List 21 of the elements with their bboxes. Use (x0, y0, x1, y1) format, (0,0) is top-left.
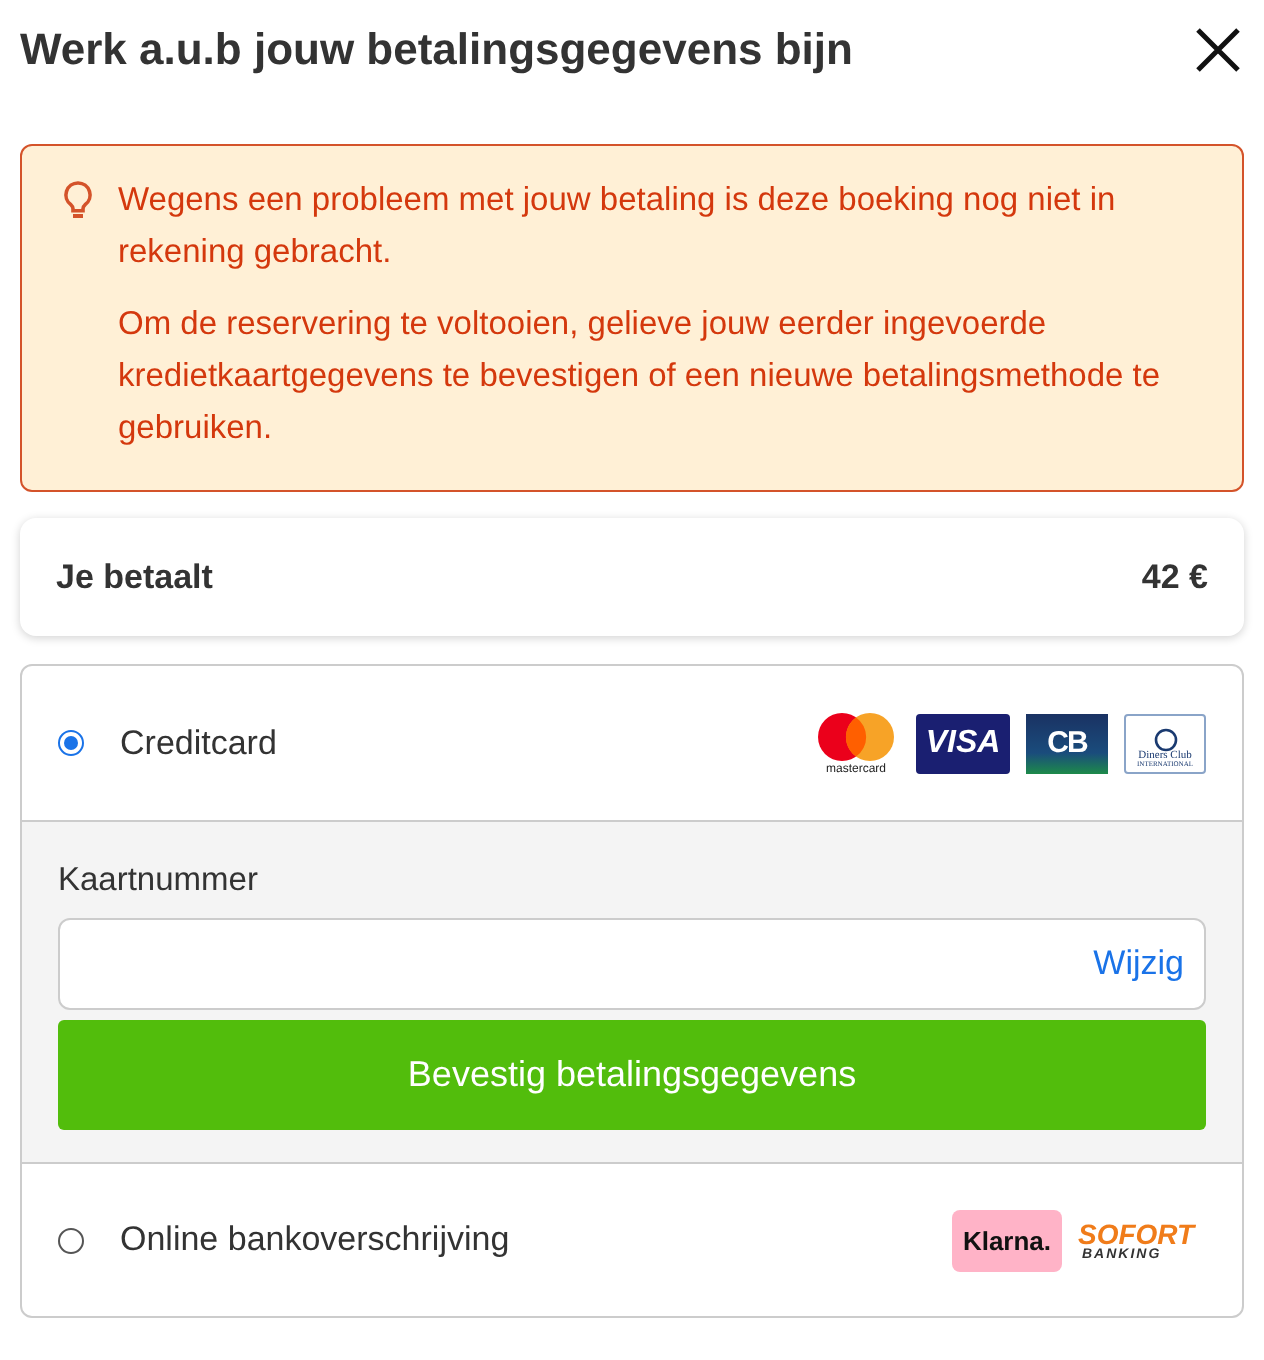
dialog-title: Werk a.u.b jouw betalingsgegevens bijn (20, 24, 853, 76)
change-link[interactable]: Wijzig (1093, 944, 1184, 984)
close-icon (1192, 24, 1244, 76)
radio-button[interactable] (58, 730, 84, 756)
total-label: Je betaalt (56, 557, 213, 597)
klarna-logo: Klarna. (952, 1209, 1062, 1271)
radio-button[interactable] (58, 1227, 84, 1253)
visa-logo: VISA (916, 713, 1010, 773)
close-button[interactable] (1192, 24, 1244, 76)
circle-icon (1153, 727, 1177, 751)
field-label: Kaartnummer (58, 862, 260, 900)
alert-message: Wegens een probleem met jouw betaling is deze boeking nog niet in rekening gebracht. (118, 180, 1118, 274)
payment-method-label[interactable]: Online bankoverschrijving (120, 1220, 952, 1260)
lightbulb-icon (62, 180, 94, 224)
card-number-field[interactable]: Wijzig (58, 918, 1206, 1010)
alert-message: Om de reservering te voltooien, gelieve jouw eerder ingevoerde kredietkaartgegevens te bevestigen of een nieuwe betalingsmethode te gebruiken. (118, 304, 1163, 450)
circles-icon (816, 711, 896, 761)
total-amount: 42 € (1141, 557, 1208, 597)
payment-method-label[interactable]: Creditcard (120, 723, 812, 763)
cb-logo: CB (1026, 713, 1108, 773)
confirm-button[interactable]: Bevestig betalingsgegevens (58, 1020, 1206, 1130)
